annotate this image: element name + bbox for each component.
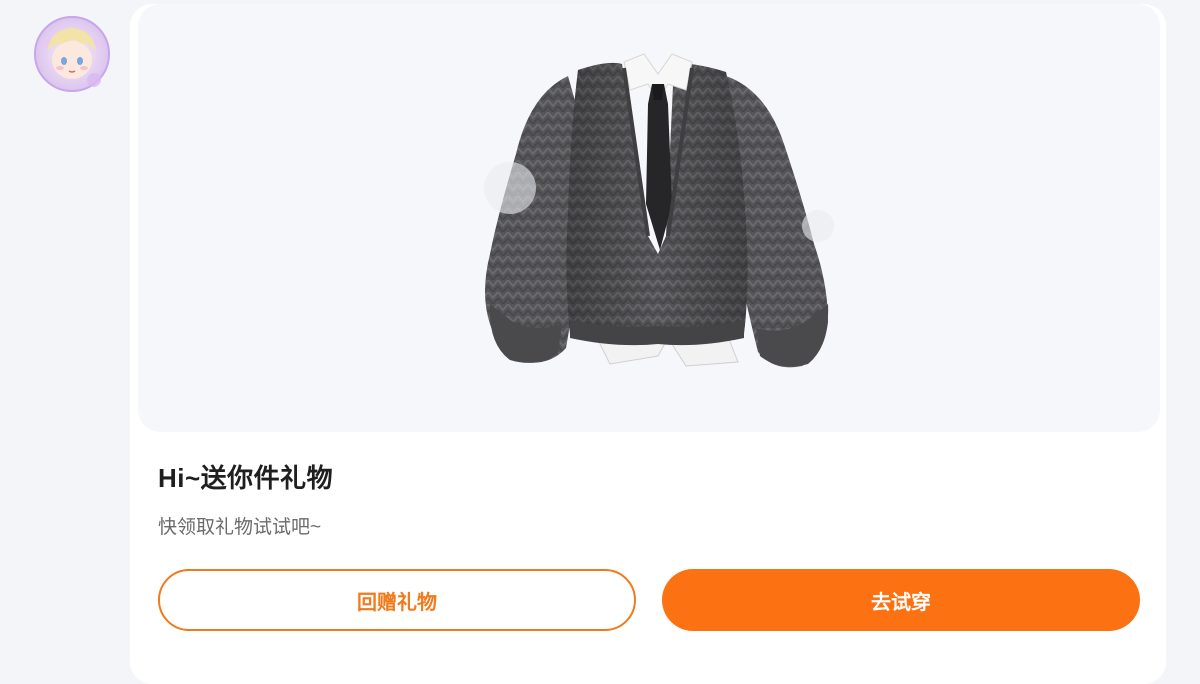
try-on-button[interactable]: 去试穿 bbox=[662, 569, 1140, 631]
gift-image-area bbox=[138, 4, 1160, 432]
return-gift-button[interactable]: 回赠礼物 bbox=[158, 569, 636, 631]
avatar[interactable] bbox=[30, 14, 114, 94]
gift-title: Hi~送你件礼物 bbox=[158, 463, 334, 493]
gift-card: Hi~送你件礼物 快领取礼物试试吧~ 回赠礼物 去试穿 bbox=[130, 4, 1166, 684]
anime-avatar-icon bbox=[34, 16, 110, 92]
cardigan-sweater-icon bbox=[484, 53, 834, 368]
gift-subtitle: 快领取礼物试试吧~ bbox=[158, 517, 322, 538]
